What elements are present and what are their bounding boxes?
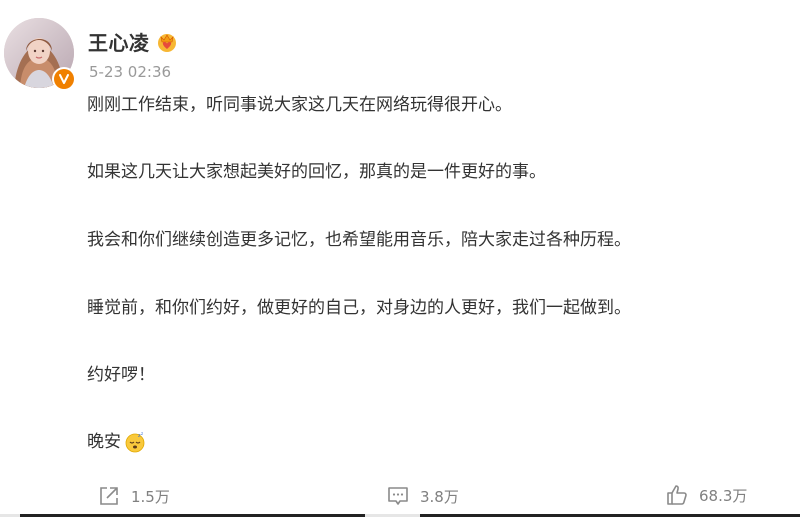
thumbs-up-icon [665,483,689,507]
share-icon [97,484,121,508]
post-timestamp[interactable]: 5-23 02:36 [89,63,171,81]
crown-heart-icon[interactable] [156,31,178,53]
post-paragraph: 如果这几天让大家想起美好的回忆，那真的是一件更好的事。 [87,162,546,182]
verified-v-icon [54,69,74,89]
comment-icon [386,484,410,508]
post-header: 王心凌 [88,27,178,56]
repost-count: 1.5万 [131,487,170,506]
comment-button[interactable]: 3.8万 [386,484,459,508]
verified-badge [52,67,76,91]
comment-count: 3.8万 [420,487,459,506]
post-paragraph-last: 晚安 z z [87,430,146,454]
post-actions: 1.5万 3.8万 68.3万 [0,482,800,512]
goodnight-text: 晚安 [87,432,121,452]
like-button[interactable]: 68.3万 [665,483,747,507]
like-count: 68.3万 [699,486,748,505]
repost-button[interactable]: 1.5万 [97,484,170,508]
post-paragraph: 睡觉前，和你们约好，做更好的自己，对身边的人更好，我们一起做到。 [87,298,631,318]
sleeping-face-icon: z z [124,431,146,453]
post-paragraph: 我会和你们继续创造更多记忆，也希望能用音乐，陪大家走过各种历程。 [87,230,631,250]
username-link[interactable]: 王心凌 [88,27,150,56]
svg-text:z: z [141,431,143,436]
avatar-container[interactable] [4,18,76,91]
post-paragraph: 约好啰！ [87,365,155,385]
post-paragraph: 刚刚工作结束，听同事说大家这几天在网络玩得很开心。 [87,95,512,115]
